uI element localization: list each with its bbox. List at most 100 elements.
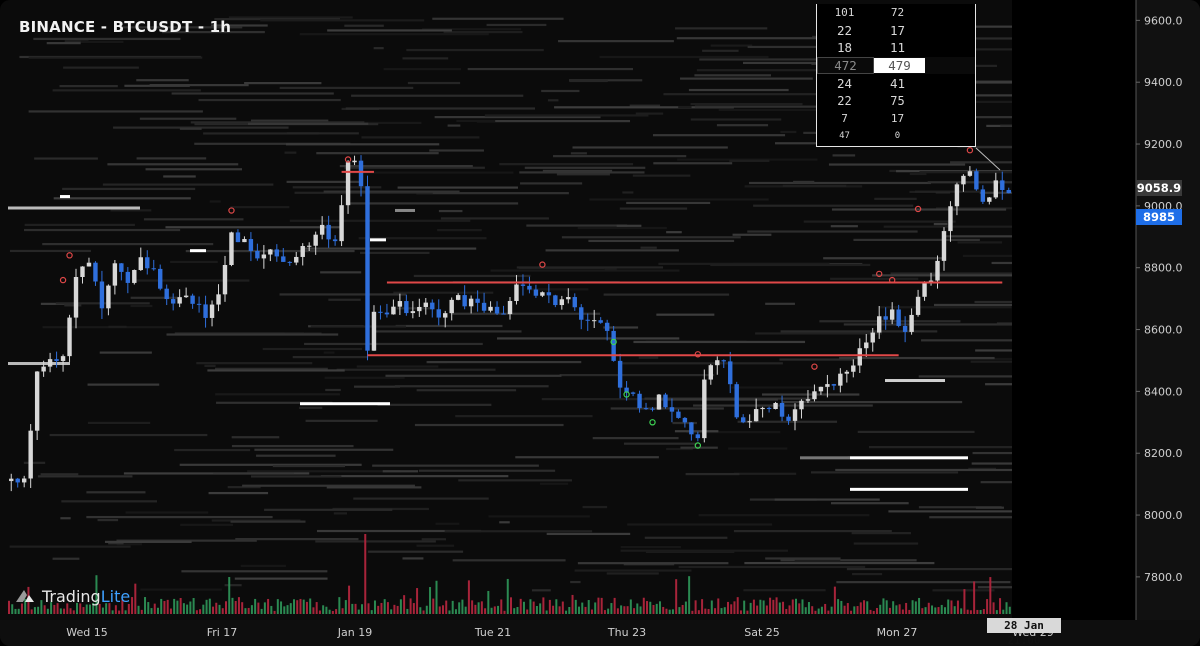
candle-body [209,304,215,318]
candle-body [669,407,675,412]
liquidity-streak [676,37,820,40]
liquidity-streak [490,269,680,272]
candle-body [902,325,908,332]
volume-bar [516,606,519,614]
volume-bar [529,599,532,614]
volume-bar [390,609,393,614]
x-tick-label: Wed 15 [66,626,107,639]
liquidity-streak [324,376,405,379]
volume-bar [979,609,982,614]
chart-frame: 9600.0 9400.0 9200.0 9000.0 8800.0 8600.0 8400… [0,0,1200,646]
candle-body [961,175,966,185]
liquidity-streak [702,49,739,52]
liquidity-streak [432,17,564,20]
volume-bar [173,598,176,614]
liquidity-streak [107,163,239,166]
volume-bar [432,598,435,614]
volume-bar [872,610,875,614]
volume-bar [471,600,474,614]
crosshair-time-label: 28 Jan 21:00 [987,618,1061,646]
swing-low-marker [649,419,656,426]
candle-body [164,288,169,300]
liquidity-streak [819,320,961,323]
liquidity-streak [680,77,813,80]
liquidity-streak [830,502,909,505]
liquidity-wall [8,206,140,210]
y-tick-label: 9400.0 [1144,76,1183,89]
liquidity-streak [254,448,394,451]
volume-bar [510,597,512,614]
volume-bar [351,603,354,614]
liquidity-streak [28,56,203,59]
volume-bar [626,606,629,614]
liquidity-streak [372,464,539,467]
x-tick-label: Fri 17 [207,626,238,639]
price-chart[interactable]: 9600.09400.09200.09000.08800.08600.08400… [0,0,1200,646]
liquidity-streak [540,482,569,485]
volume-bar [772,599,775,614]
liquidity-streak [627,523,773,526]
liquidity-streak [531,589,551,592]
liquidity-streak [765,302,795,305]
marker-price-label: 8985 [1136,208,1182,225]
liquidity-streak [9,249,91,253]
liquidity-streak [962,254,1012,257]
order-book-ladder[interactable]: 101 72 22 17 18 11 472 479 24 41 22 75 7 17 47 0 [816,4,976,147]
volume-bar [863,600,866,614]
ladder-ask-size: 41 [889,75,906,91]
volume-bar [464,606,467,614]
liquidity-streak [553,155,687,158]
volume-bar [260,608,263,614]
candle-body [617,360,623,388]
liquidity-streak [42,326,173,329]
volume-bar [218,604,221,614]
volume-bar [270,605,273,614]
liquidity-streak [421,538,446,541]
liquidity-streak [87,383,160,386]
volume-bar [953,606,956,614]
liquidity-streak [285,143,440,146]
volume-bar [1002,609,1005,614]
liquidity-streak [165,226,343,229]
volume-bar [571,594,574,614]
candle-body [889,309,895,320]
liquidity-streak [196,362,313,365]
liquidity-streak [519,171,645,174]
volume-bar [134,583,137,614]
liquidity-streak [559,373,715,377]
candle-body [676,411,681,418]
candle-body [604,322,610,331]
volume-bar [493,606,496,614]
candle-body [825,384,830,387]
candle-body [514,284,519,302]
liquidity-streak [515,456,659,459]
candle-body [86,262,92,267]
liquidity-streak [753,204,914,207]
volume-bar [908,609,911,614]
liquidity-streak [323,190,460,193]
volume-bar [69,608,72,614]
liquidity-streak [87,421,151,425]
volume-bar [506,578,509,614]
liquidity-streak [256,454,336,457]
candle-body [93,262,98,282]
candle-body [695,434,701,439]
candle-body [987,197,992,202]
ladder-bid-size: 24 [836,75,853,91]
liquidity-streak [599,55,769,59]
liquidity-streak [455,415,593,418]
ladder-row: 22 75 [817,92,975,110]
liquidity-streak [497,337,680,340]
candle-body [67,317,72,357]
volume-bar [613,597,616,614]
candle-body [844,371,850,374]
candle-body [80,266,85,277]
y-tick-label: 8400.0 [1144,385,1183,398]
volume-bar [840,600,843,614]
volume-bar [305,601,308,614]
candle-body [307,245,312,247]
volume-bar [11,604,14,614]
volume-bar [937,607,940,614]
volume-bar [312,607,315,614]
volume-bar [441,605,444,614]
